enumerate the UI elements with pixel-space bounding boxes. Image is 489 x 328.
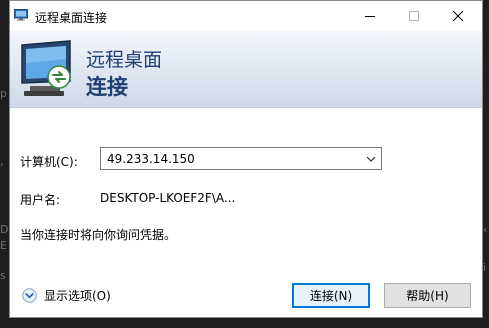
remote-desktop-icon bbox=[14, 9, 28, 21]
close-button[interactable] bbox=[436, 1, 480, 31]
minimize-icon bbox=[365, 16, 375, 17]
remote-desktop-dialog: 远程桌面连接 远程桌面 连接 计算机(C): 49.233.14.150 用户名… bbox=[9, 0, 483, 318]
background-text-fragment: s bbox=[0, 269, 6, 282]
banner-title-line1: 远程桌面 bbox=[86, 49, 163, 71]
help-button[interactable]: 帮助(H) bbox=[384, 283, 471, 308]
banner-title-line2: 连接 bbox=[86, 75, 128, 99]
connect-button[interactable]: 连接(N) bbox=[292, 283, 370, 308]
computer-label: 计算机(C): bbox=[20, 155, 78, 169]
window-title: 远程桌面连接 bbox=[35, 11, 108, 25]
screen: p , D E s ‹ i 远程桌面连接 远程桌面 连接 计算机(C): 49.… bbox=[0, 0, 489, 328]
dialog-content: 计算机(C): 49.233.14.150 用户名: DESKTOP-LKOEF… bbox=[10, 108, 482, 317]
maximize-button[interactable] bbox=[392, 1, 436, 31]
background-text-fragment: D bbox=[0, 223, 9, 236]
background-text-fragment: ‹ bbox=[483, 223, 488, 236]
username-value: DESKTOP-LKOEF2F\A... bbox=[100, 191, 236, 205]
show-options-toggle[interactable]: 显示选项(O) bbox=[22, 287, 111, 304]
background-text-fragment: i bbox=[483, 261, 487, 274]
remote-desktop-logo-icon bbox=[21, 40, 71, 96]
credentials-prompt-text: 当你连接时将向你询问凭据。 bbox=[20, 228, 177, 242]
computer-combobox[interactable]: 49.233.14.150 bbox=[100, 147, 382, 170]
close-icon bbox=[453, 11, 463, 21]
expand-circle-icon[interactable] bbox=[22, 288, 37, 303]
username-label: 用户名: bbox=[20, 193, 61, 207]
background-text-fragment: p bbox=[0, 87, 7, 100]
title-bar[interactable]: 远程桌面连接 bbox=[10, 1, 482, 31]
header-banner: 远程桌面 连接 bbox=[10, 31, 482, 108]
show-options-label[interactable]: 显示选项(O) bbox=[44, 287, 111, 304]
minimize-button[interactable] bbox=[348, 1, 392, 31]
maximize-icon bbox=[409, 11, 419, 21]
dialog-footer: 显示选项(O) 连接(N) 帮助(H) bbox=[10, 274, 482, 317]
background-text-fragment: E bbox=[0, 239, 7, 252]
background-text-fragment: , bbox=[0, 155, 4, 168]
chevron-down-icon[interactable] bbox=[365, 153, 377, 165]
computer-input-value[interactable]: 49.233.14.150 bbox=[107, 152, 195, 166]
